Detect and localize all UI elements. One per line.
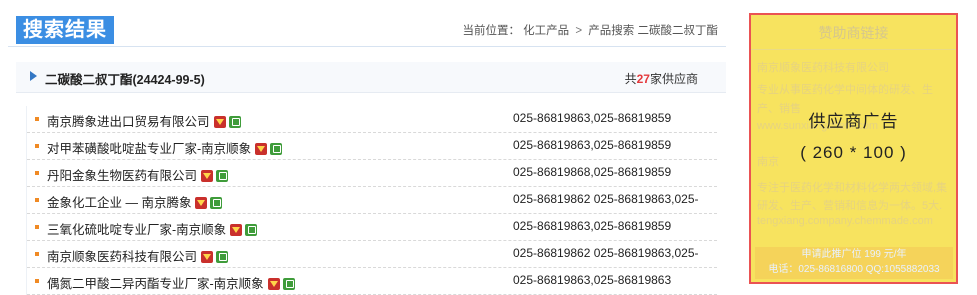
search-results-panel: 搜索结果 当前位置： 化工产品 > 产品搜索 二碳酸二叔丁酯 二碳酸二叔丁酯(2…: [8, 12, 728, 295]
bullet-icon: [35, 144, 39, 148]
sponsor-ad-box[interactable]: 赞助商链接 南京顺象医药科技有限公司 专业从事医药化学中间体的研发、生 产、销售…: [749, 13, 958, 284]
certified-badge-icon: [210, 197, 223, 209]
supplier-count: 共27家供应商: [625, 70, 698, 87]
supplier-count-number: 27: [636, 72, 650, 86]
certified-badge-icon: [228, 116, 241, 128]
bullet-icon: [35, 198, 39, 202]
supplier-link[interactable]: 南京腾象进出口贸易有限公司: [47, 111, 241, 131]
supplier-count-prefix: 共: [624, 72, 637, 86]
certified-badge-icon: [216, 251, 229, 263]
bullet-icon: [35, 252, 39, 256]
supplier-phone: 025-86819862 025-86819863,025-: [513, 246, 699, 260]
certified-badge-icon: [245, 224, 258, 236]
ad-bg-text: 南京顺象医药科技有限公司: [757, 62, 889, 74]
supplier-link[interactable]: 三氧化硫吡啶专业厂家-南京顺象: [47, 219, 258, 239]
supplier-phone: 025-86819863,025-86819859: [513, 219, 672, 233]
supplier-link[interactable]: 金象化工企业 — 南京腾象: [47, 192, 223, 212]
supplier-phone: 025-86819863,025-86819863: [513, 273, 672, 287]
vip-badge-icon: [267, 278, 280, 290]
list-item: 南京顺象医药科技有限公司 025-86819862 025-86819863,0…: [27, 241, 717, 268]
bullet-icon: [35, 279, 39, 283]
supplier-name: 对甲苯磺酸吡啶盐专业厂家-南京顺象: [47, 142, 252, 156]
list-item: 偶氮二甲酸二异丙酯专业厂家-南京顺象 025-86819863,025-8681…: [27, 268, 717, 295]
breadcrumb: 当前位置： 化工产品 > 产品搜索 二碳酸二叔丁酯: [462, 22, 718, 38]
product-bar: 二碳酸二叔丁酯(24424-99-5) 共27家供应商: [16, 62, 726, 93]
ad-bg-text: 专业从事医药化学中间体的研发、生: [757, 84, 933, 96]
product-name: 二碳酸二叔丁酯(24424-99-5): [45, 73, 205, 87]
certified-badge-icon: [282, 278, 295, 290]
ad-price-line: 申请此推广位 199 元/年: [801, 249, 907, 260]
supplier-name: 偶氮二甲酸二异丙酯专业厂家-南京顺象: [47, 277, 264, 291]
supplier-name: 丹阳金象生物医药有限公司: [47, 169, 198, 183]
supplier-link[interactable]: 对甲苯磺酸吡啶盐专业厂家-南京顺象: [47, 138, 283, 158]
list-item: 丹阳金象生物医药有限公司 025-86819868,025-86819859: [27, 160, 717, 187]
list-item: 对甲苯磺酸吡啶盐专业厂家-南京顺象 025-86819863,025-86819…: [27, 133, 717, 160]
page-title: 搜索结果: [16, 16, 114, 44]
supplier-name: 金象化工企业 — 南京腾象: [47, 196, 192, 210]
supplier-phone: 025-86819862 025-86819863,025-: [513, 192, 699, 206]
sponsor-heading: 赞助商链接: [818, 25, 889, 41]
ad-contact-line: 电话：025-86816800 QQ:1055882033: [768, 264, 940, 275]
divider: [751, 49, 956, 50]
vip-badge-icon: [201, 170, 214, 182]
supplier-link[interactable]: 南京顺象医药科技有限公司: [47, 246, 229, 266]
breadcrumb-item-product-search[interactable]: 产品搜索: [588, 25, 634, 37]
list-item: 金象化工企业 — 南京腾象 025-86819862 025-86819863,…: [27, 187, 717, 214]
bullet-icon: [35, 225, 39, 229]
list-item: 三氧化硫吡啶专业厂家-南京顺象 025-86819863,025-8681985…: [27, 214, 717, 241]
ad-bg-text: 专注于医药化学和材料化学两大领域,集: [757, 182, 948, 194]
arrow-bullet-icon: [30, 71, 37, 81]
supplier-phone: 025-86819868,025-86819859: [513, 165, 672, 179]
vip-badge-icon: [195, 197, 208, 209]
list-item: 南京腾象进出口贸易有限公司 025-86819863,025-86819859: [27, 106, 717, 133]
supplier-phone: 025-86819863,025-86819859: [513, 138, 672, 152]
ad-bg-text: tengxiang.company.chemmade.com: [757, 215, 933, 227]
breadcrumb-separator: >: [575, 25, 583, 37]
ad-size: ( 260 * 100 ): [800, 143, 907, 162]
supplier-name: 三氧化硫吡啶专业厂家-南京顺象: [47, 223, 227, 237]
certified-badge-icon: [270, 143, 283, 155]
breadcrumb-item-current: 二碳酸二叔丁酯: [637, 25, 719, 37]
supplier-count-suffix: 家供应商: [649, 72, 698, 86]
vip-badge-icon: [201, 251, 214, 263]
supplier-link[interactable]: 偶氮二甲酸二异丙酯专业厂家-南京顺象: [47, 273, 295, 293]
bullet-icon: [35, 117, 39, 121]
supplier-name: 南京顺象医药科技有限公司: [47, 250, 198, 264]
supplier-link[interactable]: 丹阳金象生物医药有限公司: [47, 165, 229, 185]
supplier-list: 南京腾象进出口贸易有限公司 025-86819863,025-86819859 …: [26, 106, 717, 295]
ad-label: 供应商广告: [808, 112, 899, 131]
breadcrumb-item-chemicals[interactable]: 化工产品: [523, 25, 569, 37]
certified-badge-icon: [216, 170, 229, 182]
vip-badge-icon: [255, 143, 268, 155]
vip-badge-icon: [213, 116, 226, 128]
breadcrumb-prefix: 当前位置：: [462, 25, 520, 37]
supplier-phone: 025-86819863,025-86819859: [513, 111, 672, 125]
ad-price-box: 申请此推广位 199 元/年 电话：025-86816800 QQ:105588…: [755, 247, 953, 279]
vip-badge-icon: [230, 224, 243, 236]
ad-bg-text: 研发、生产、营销和信息为一体。5大.: [757, 200, 943, 212]
results-header: 搜索结果 当前位置： 化工产品 > 产品搜索 二碳酸二叔丁酯: [8, 12, 726, 47]
bullet-icon: [35, 171, 39, 175]
supplier-name: 南京腾象进出口贸易有限公司: [47, 115, 210, 129]
